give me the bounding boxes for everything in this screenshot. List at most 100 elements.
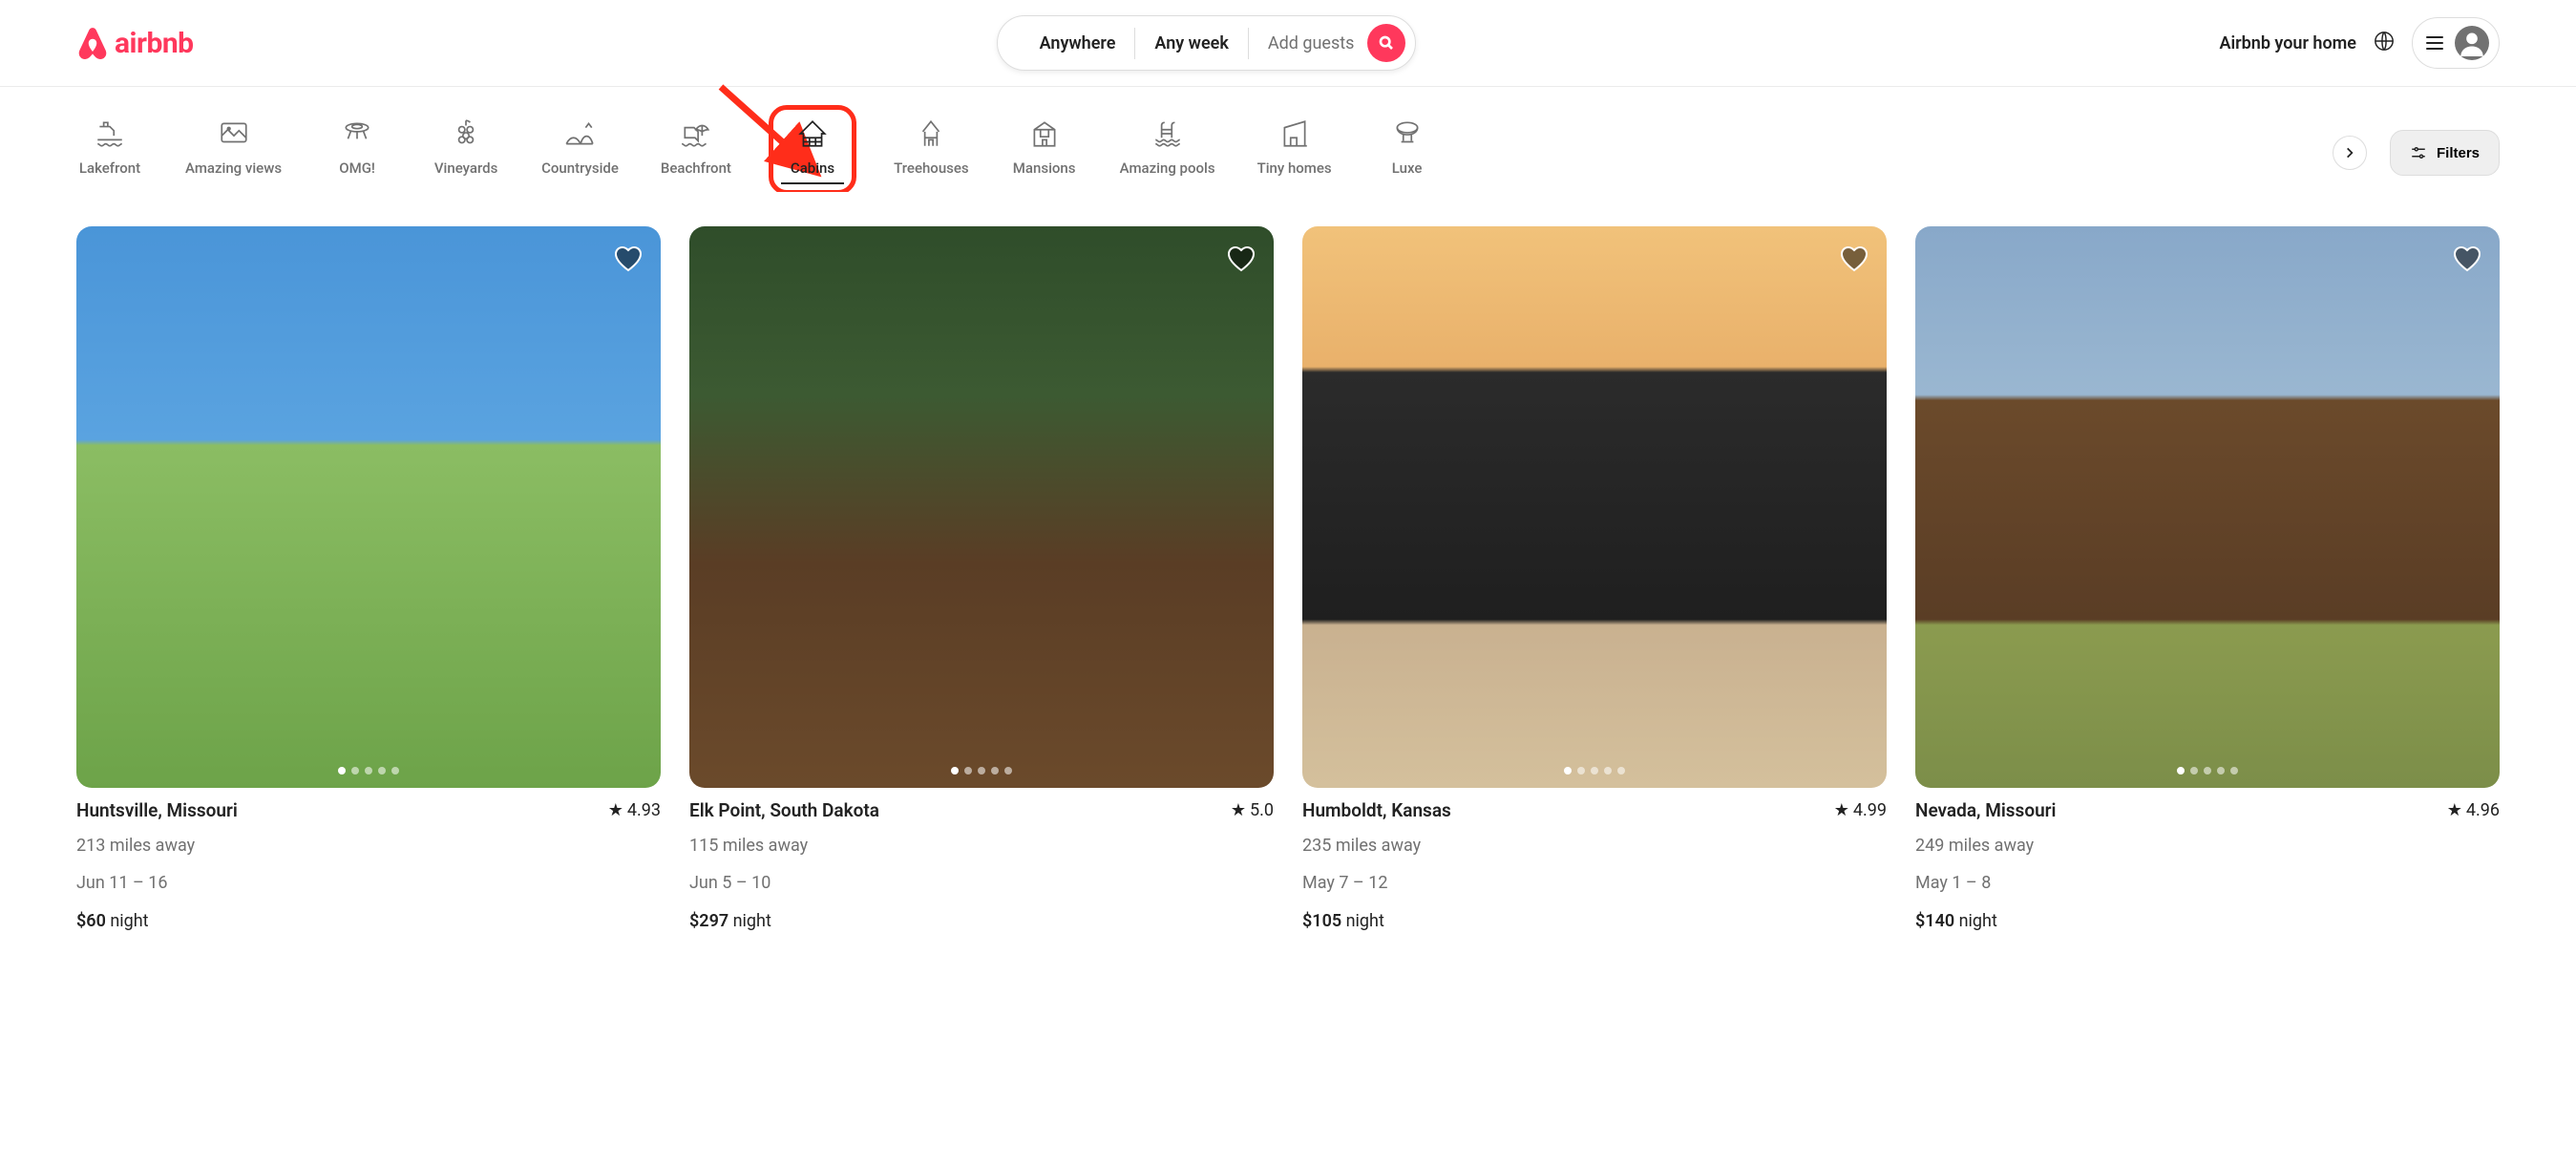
category-label: Countryside	[541, 159, 619, 177]
filters-button[interactable]: Filters	[2390, 130, 2500, 176]
header-right: Airbnb your home	[2219, 17, 2500, 69]
countryside-icon	[563, 117, 596, 150]
heart-icon	[1226, 244, 1256, 274]
search-icon	[1379, 35, 1394, 51]
listing-photo[interactable]	[1302, 226, 1887, 788]
listing-price-amount: $105	[1302, 911, 1341, 931]
listing-price-unit: night	[1346, 911, 1384, 931]
language-button[interactable]	[2374, 31, 2395, 55]
airbnb-logo[interactable]: airbnb	[76, 26, 194, 60]
lakefront-icon	[94, 117, 126, 150]
listing-rating-value: 5.0	[1250, 800, 1274, 820]
globe-icon	[2374, 31, 2395, 52]
listing-distance: 249 miles away	[1915, 833, 2500, 859]
listing-dates: May 7 – 12	[1302, 870, 1887, 896]
listing-rating-value: 4.99	[1853, 800, 1887, 820]
listing-photo[interactable]	[76, 226, 661, 788]
listing-distance: 235 miles away	[1302, 833, 1887, 859]
menu-icon	[2426, 36, 2443, 50]
listing-rating-value: 4.96	[2466, 800, 2500, 820]
search-guests[interactable]: Add guests	[1249, 28, 1368, 59]
listing-price: $60 night	[76, 911, 661, 931]
search-where[interactable]: Anywhere	[1021, 28, 1136, 59]
chevron-right-icon	[2343, 146, 2356, 159]
listing-card[interactable]: Nevada, Missouri ★ 4.96 249 miles away M…	[1915, 226, 2500, 931]
beachfront-icon	[680, 117, 712, 150]
photo-pagination-dots	[338, 767, 399, 774]
category-label: Amazing views	[185, 159, 282, 177]
category-label: Lakefront	[79, 159, 140, 177]
star-icon: ★	[608, 800, 623, 820]
filters-icon	[2410, 144, 2427, 161]
category-treehouses[interactable]: Treehouses	[894, 117, 969, 192]
listing-dates: Jun 11 – 16	[76, 870, 661, 896]
amazing-pools-icon	[1151, 117, 1184, 150]
person-icon	[2459, 30, 2485, 56]
cabins-icon	[796, 117, 829, 150]
filters-label: Filters	[2437, 145, 2480, 161]
listing-location: Humboldt, Kansas	[1302, 799, 1451, 821]
listing-distance: 115 miles away	[689, 833, 1274, 859]
listing-rating: ★ 5.0	[1231, 800, 1274, 820]
category-beachfront[interactable]: Beachfront	[661, 117, 731, 192]
category-scroller[interactable]: Lakefront Amazing views OMG! Vineyards C…	[76, 96, 2310, 192]
listing-rating: ★ 4.93	[608, 800, 661, 820]
listing-dates: Jun 5 – 10	[689, 870, 1274, 896]
host-your-home-link[interactable]: Airbnb your home	[2219, 33, 2356, 53]
photo-pagination-dots	[1564, 767, 1625, 774]
airbnb-wordmark: airbnb	[115, 27, 194, 60]
listing-location: Nevada, Missouri	[1915, 799, 2056, 821]
heart-icon	[1839, 244, 1869, 274]
category-vineyards[interactable]: Vineyards	[433, 117, 499, 192]
listing-card[interactable]: Huntsville, Missouri ★ 4.93 213 miles aw…	[76, 226, 661, 931]
category-tiny-homes[interactable]: Tiny homes	[1257, 117, 1332, 192]
category-countryside[interactable]: Countryside	[541, 117, 619, 192]
listing-price: $140 night	[1915, 911, 2500, 931]
listing-price-unit: night	[110, 911, 148, 931]
listing-price-unit: night	[1959, 911, 1997, 931]
search-pill[interactable]: Anywhere Any week Add guests	[997, 15, 1417, 71]
wishlist-button[interactable]	[2452, 244, 2482, 274]
category-amazing-pools[interactable]: Amazing pools	[1120, 117, 1215, 192]
category-omg[interactable]: OMG!	[324, 117, 391, 192]
listings-grid: Huntsville, Missouri ★ 4.93 213 miles aw…	[0, 192, 2576, 969]
listing-price: $297 night	[689, 911, 1274, 931]
search-button[interactable]	[1367, 24, 1405, 62]
wishlist-button[interactable]	[613, 244, 644, 274]
listing-distance: 213 miles away	[76, 833, 661, 859]
listing-rating: ★ 4.96	[2447, 800, 2500, 820]
listing-rating-value: 4.93	[627, 800, 661, 820]
listing-photo[interactable]	[689, 226, 1274, 788]
vineyards-icon	[450, 117, 482, 150]
category-label: Tiny homes	[1257, 159, 1332, 177]
category-label: Beachfront	[661, 159, 731, 177]
category-label: Vineyards	[434, 159, 497, 177]
wishlist-button[interactable]	[1226, 244, 1256, 274]
listing-price-amount: $297	[689, 911, 728, 931]
category-label: OMG!	[339, 159, 375, 177]
tiny-homes-icon	[1278, 117, 1311, 150]
treehouses-icon	[915, 117, 947, 150]
photo-pagination-dots	[951, 767, 1012, 774]
category-mansions[interactable]: Mansions	[1011, 117, 1078, 192]
heart-icon	[613, 244, 644, 274]
listing-location: Huntsville, Missouri	[76, 799, 238, 821]
listing-card[interactable]: Humboldt, Kansas ★ 4.99 235 miles away M…	[1302, 226, 1887, 931]
categories-next-button[interactable]	[2333, 136, 2367, 170]
listing-photo[interactable]	[1915, 226, 2500, 788]
mansions-icon	[1028, 117, 1061, 150]
category-cabins[interactable]: Cabins	[773, 110, 852, 190]
profile-menu-button[interactable]	[2412, 17, 2500, 69]
category-amazing-views[interactable]: Amazing views	[185, 117, 282, 192]
luxe-icon	[1391, 117, 1424, 150]
star-icon: ★	[1834, 800, 1849, 820]
omg-icon	[341, 117, 373, 150]
category-lakefront[interactable]: Lakefront	[76, 117, 143, 192]
listing-card[interactable]: Elk Point, South Dakota ★ 5.0 115 miles …	[689, 226, 1274, 931]
star-icon: ★	[2447, 800, 2462, 820]
category-luxe[interactable]: Luxe	[1374, 117, 1441, 192]
search-when[interactable]: Any week	[1135, 28, 1248, 59]
wishlist-button[interactable]	[1839, 244, 1869, 274]
site-header: airbnb Anywhere Any week Add guests Airb…	[0, 0, 2576, 87]
amazing-views-icon	[218, 117, 250, 150]
